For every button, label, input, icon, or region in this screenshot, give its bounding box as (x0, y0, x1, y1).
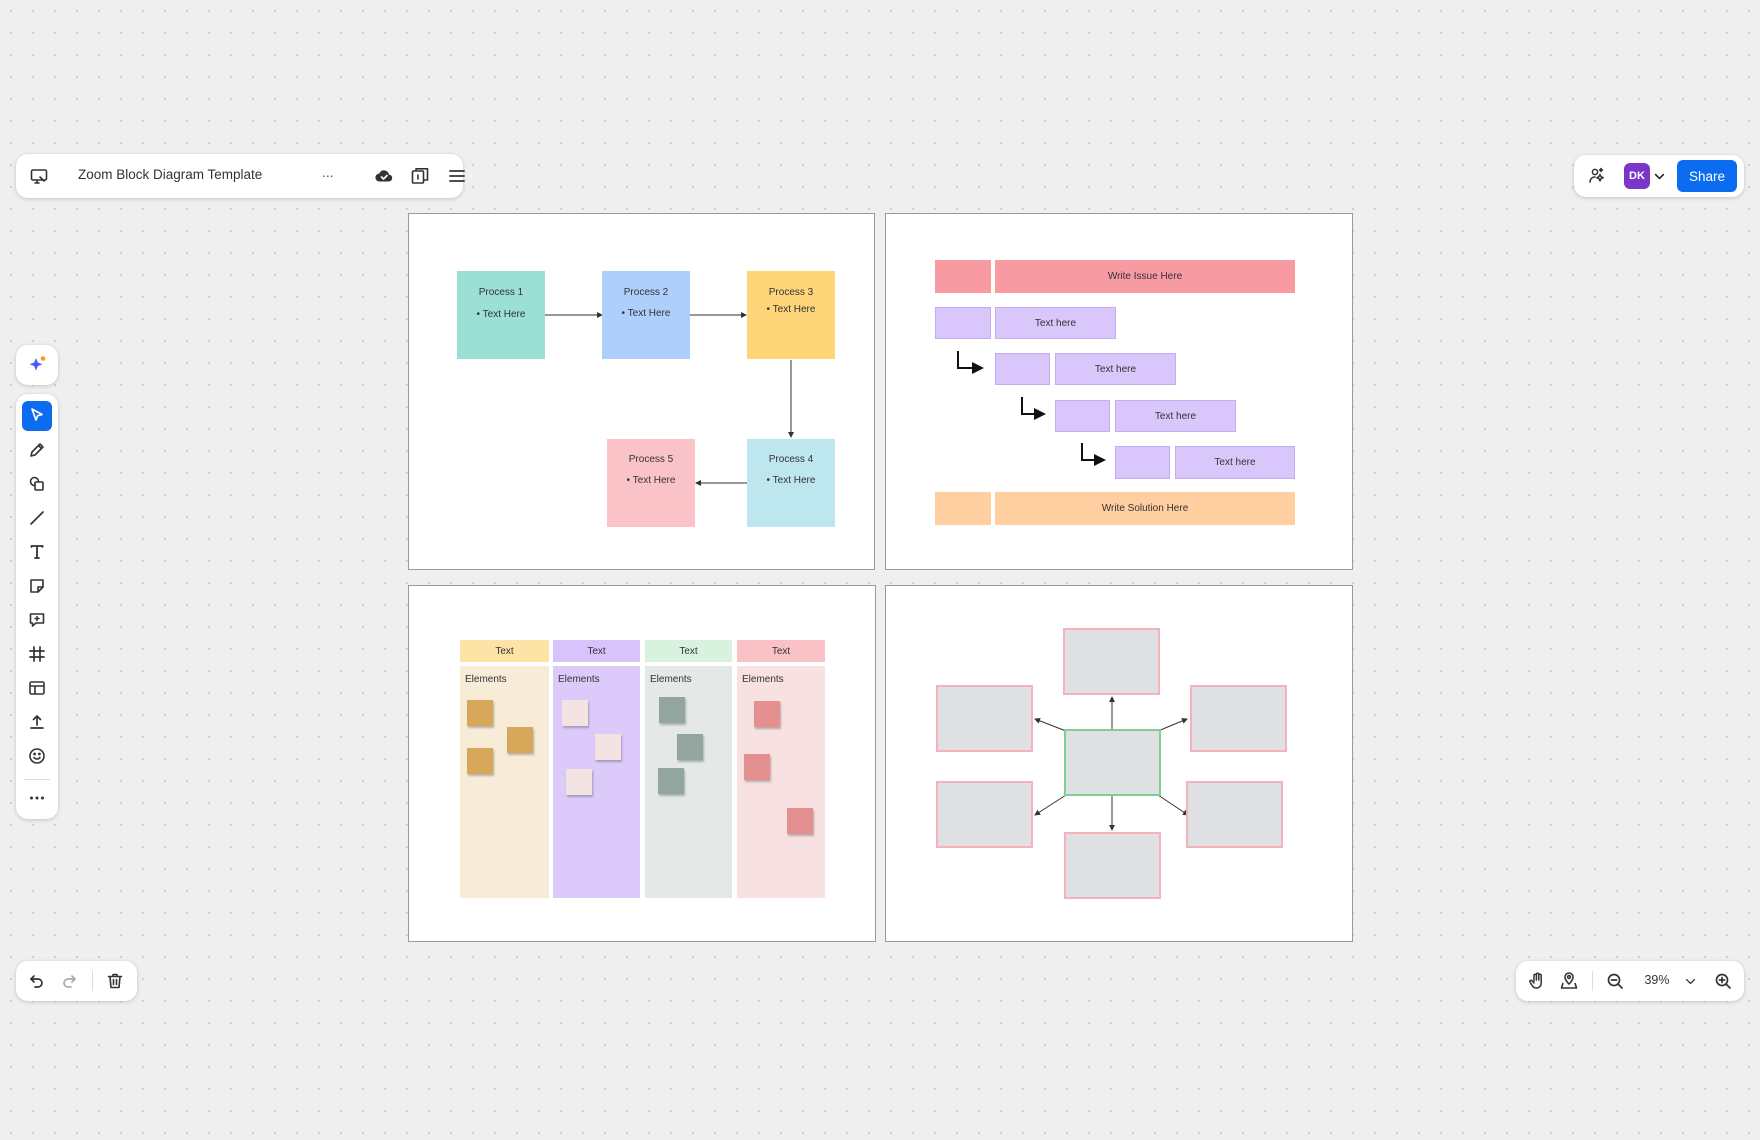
history-divider (92, 971, 93, 991)
hub-diagram-frame[interactable] (885, 585, 1353, 942)
share-button[interactable]: Share (1677, 160, 1737, 192)
map-pin-icon[interactable] (1554, 966, 1584, 996)
elbow-arrows (957, 351, 1106, 466)
column-body-3[interactable]: Elements (645, 666, 732, 898)
process-bullet: • Text Here (476, 309, 526, 320)
hub-node-top[interactable] (1063, 628, 1160, 695)
process-box-3[interactable]: Process 3 • Text Here (747, 271, 835, 359)
frame-tool-icon[interactable] (22, 639, 52, 669)
process-bullet: • Text Here (621, 308, 671, 319)
column-header-1[interactable]: Text (460, 640, 549, 662)
pen-tool-icon[interactable] (22, 435, 52, 465)
select-tool-icon[interactable] (22, 401, 52, 431)
sticky-note[interactable] (658, 768, 684, 794)
hub-node-left-upper[interactable] (936, 685, 1033, 752)
process-box-5[interactable]: Process 5 • Text Here (607, 439, 695, 527)
cloud-saved-icon[interactable] (369, 161, 399, 191)
hub-center-node[interactable] (1064, 729, 1161, 796)
column-label: Elements (742, 674, 784, 685)
history-panel (16, 961, 137, 1001)
undo-icon[interactable] (22, 966, 52, 996)
column-body-4[interactable]: Elements (737, 666, 825, 898)
process-title: Process 4 (768, 454, 814, 465)
process-box-2[interactable]: Process 2 • Text Here (602, 271, 690, 359)
whiteboard-icon[interactable] (24, 161, 54, 191)
sticky-note[interactable] (467, 700, 493, 726)
trash-icon[interactable] (100, 966, 130, 996)
sticky-note[interactable] (677, 734, 703, 760)
zoom-out-icon[interactable] (1600, 966, 1630, 996)
zoom-chevron-down-icon[interactable] (1679, 966, 1701, 996)
column-label: Elements (558, 674, 600, 685)
toolbar-divider (24, 779, 50, 780)
process-bullet: • Text Here (766, 475, 816, 486)
process-title: Process 2 (623, 287, 669, 298)
process-flow-frame[interactable]: Process 1 • Text Here Process 2 • Text H… (408, 213, 875, 570)
header-panel: Zoom Block Diagram Template ... (16, 154, 465, 198)
process-box-1[interactable]: Process 1 • Text Here (457, 271, 545, 359)
process-box-4[interactable]: Process 4 • Text Here (747, 439, 835, 527)
sticky-note[interactable] (467, 748, 493, 774)
line-tool-icon[interactable] (22, 503, 52, 533)
issue-tree-frame[interactable]: Write Issue Here Text here Text here Tex… (885, 213, 1353, 570)
sticky-note[interactable] (659, 697, 685, 723)
column-label: Elements (650, 674, 692, 685)
column-label: Elements (465, 674, 507, 685)
kanban-frame[interactable]: Text Elements Text Elements Text Element… (408, 585, 876, 942)
ai-assistant-panel (16, 345, 58, 385)
process-title: Process 1 (478, 287, 524, 298)
sticky-note[interactable] (787, 808, 813, 834)
process-bullet: • Text Here (766, 304, 816, 315)
upload-tool-icon[interactable] (22, 707, 52, 737)
process-title: Process 5 (628, 454, 674, 465)
more-options-button[interactable]: ... (322, 164, 334, 180)
hub-node-right-upper[interactable] (1190, 685, 1287, 752)
hand-tool-icon[interactable] (1522, 966, 1552, 996)
sticky-note[interactable] (754, 701, 780, 727)
top-right-panel: DK Share (1574, 155, 1744, 197)
sticky-note[interactable] (566, 769, 592, 795)
column-body-2[interactable]: Elements (553, 666, 640, 898)
hub-node-left-lower[interactable] (936, 781, 1033, 848)
column-header-4[interactable]: Text (737, 640, 825, 662)
zoom-panel: 39% (1516, 961, 1744, 1001)
ai-sparkle-icon[interactable] (22, 350, 52, 380)
redo-icon[interactable] (54, 966, 84, 996)
sticky-note[interactable] (507, 727, 533, 753)
page-view-icon[interactable] (405, 161, 435, 191)
text-tool-icon[interactable] (22, 537, 52, 567)
zoom-divider (1592, 971, 1593, 991)
sticky-note[interactable] (744, 754, 770, 780)
hub-node-right-lower[interactable] (1186, 781, 1283, 848)
process-title: Process 3 (768, 287, 814, 298)
zoom-level[interactable]: 39% (1638, 973, 1676, 987)
hub-node-bottom[interactable] (1064, 832, 1161, 899)
column-header-2[interactable]: Text (553, 640, 640, 662)
ai-people-icon[interactable] (1582, 161, 1612, 191)
more-tools-icon[interactable] (22, 783, 52, 813)
tool-panel (16, 394, 58, 819)
menu-icon[interactable] (442, 161, 472, 191)
column-body-1[interactable]: Elements (460, 666, 549, 898)
shapes-tool-icon[interactable] (22, 469, 52, 499)
process-bullet: • Text Here (626, 475, 676, 486)
avatar[interactable]: DK (1624, 163, 1650, 189)
chevron-down-icon[interactable] (1650, 161, 1668, 191)
column-header-3[interactable]: Text (645, 640, 732, 662)
board-title[interactable]: Zoom Block Diagram Template (78, 167, 262, 182)
reaction-tool-icon[interactable] (22, 741, 52, 771)
zoom-in-icon[interactable] (1708, 966, 1738, 996)
sticky-note-tool-icon[interactable] (22, 571, 52, 601)
template-tool-icon[interactable] (22, 673, 52, 703)
sticky-note[interactable] (562, 700, 588, 726)
sticky-note[interactable] (595, 734, 621, 760)
comment-tool-icon[interactable] (22, 605, 52, 635)
